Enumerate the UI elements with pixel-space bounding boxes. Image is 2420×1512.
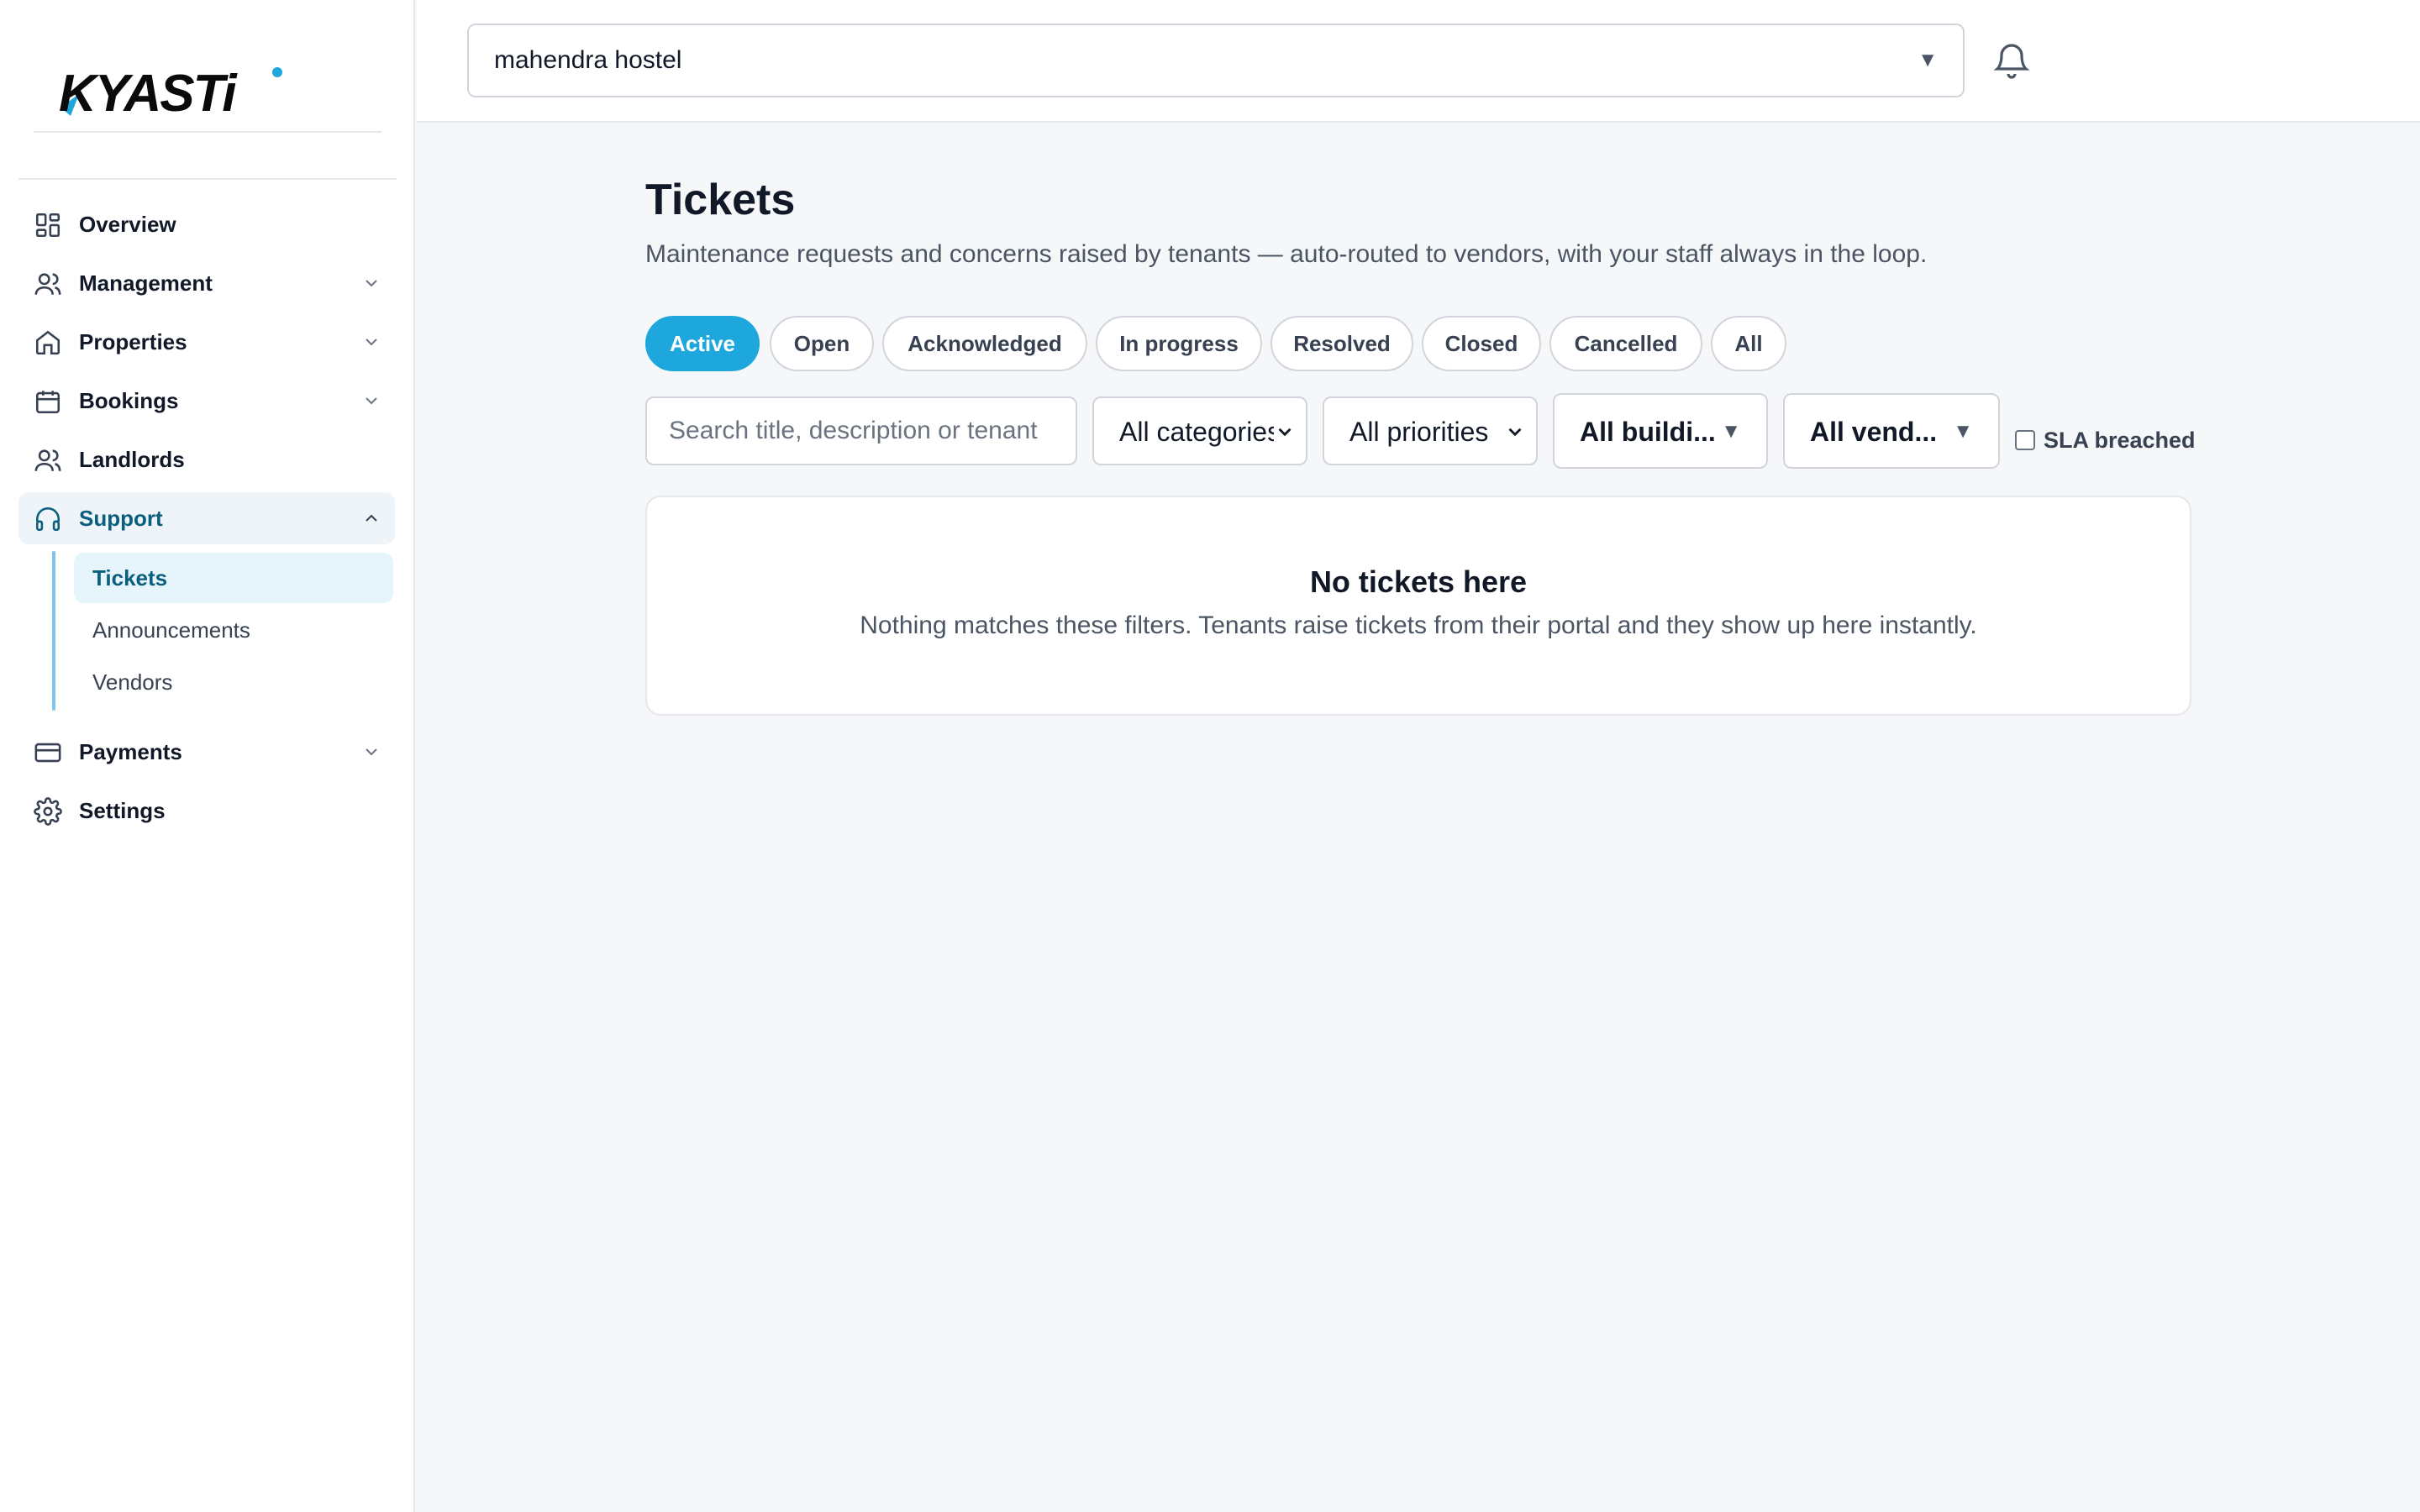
priority-select-value: All priorities bbox=[1349, 417, 1489, 447]
page-subtitle: Maintenance requests and concerns raised… bbox=[645, 240, 1928, 268]
sidebar-item-label: Landlords bbox=[79, 447, 185, 472]
sidebar-item-payments[interactable]: Payments bbox=[18, 726, 395, 778]
chevron-up-icon bbox=[366, 514, 377, 522]
sidebar-item-label: Payments bbox=[79, 739, 182, 764]
bell-icon[interactable] bbox=[1991, 40, 2032, 81]
chevron-down-icon bbox=[366, 397, 377, 405]
property-select-value: mahendra hostel bbox=[494, 46, 682, 74]
tab-all[interactable]: All bbox=[1711, 316, 1786, 371]
sidebar-item-label: Management bbox=[79, 270, 213, 296]
svg-text:KYASTi: KYASTi bbox=[59, 65, 238, 123]
sidebar-item-support[interactable]: Support bbox=[18, 492, 395, 544]
sidebar-item-overview[interactable]: Overview bbox=[18, 198, 395, 250]
chevron-down-icon bbox=[1274, 421, 1296, 443]
empty-state-title: No tickets here bbox=[1309, 564, 1528, 599]
sidebar-item-landlords[interactable]: Landlords bbox=[18, 433, 395, 486]
dropdown-arrow-icon: ▼ bbox=[1918, 49, 1938, 71]
sidebar-item-properties[interactable]: Properties bbox=[18, 316, 395, 368]
dropdown-arrow-icon: ▼ bbox=[1953, 420, 1973, 443]
vendor-select-value: All vend... bbox=[1810, 417, 1938, 447]
app-root: KYASTi Overview Management Properties Bo… bbox=[0, 0, 2420, 1512]
chevron-down-icon bbox=[366, 748, 377, 756]
category-select[interactable]: All categories bbox=[1092, 396, 1307, 465]
sidebar-item-label: Support bbox=[79, 506, 163, 531]
building-select[interactable]: All buildi... ▼ bbox=[1553, 393, 1768, 469]
tab-active[interactable]: Active bbox=[645, 316, 760, 371]
sla-breached-label: SLA breached bbox=[2044, 427, 2196, 453]
sidebar-item-bookings[interactable]: Bookings bbox=[18, 375, 395, 427]
sidebar-subitem-vendors[interactable]: Vendors bbox=[74, 657, 393, 707]
chevron-down-icon bbox=[1504, 421, 1526, 443]
users-icon bbox=[34, 449, 61, 471]
users-icon bbox=[34, 273, 61, 295]
building-select-value: All buildi... bbox=[1580, 417, 1716, 447]
sidebar-item-label: Properties bbox=[79, 329, 187, 354]
sla-breached-filter[interactable]: SLA breached bbox=[2015, 427, 2196, 454]
sidebar-item-label: Settings bbox=[79, 798, 166, 823]
tab-acknowledged[interactable]: Acknowledged bbox=[882, 316, 1087, 371]
sidebar-subitem-label: Announcements bbox=[92, 617, 250, 643]
sla-breached-checkbox[interactable] bbox=[2015, 430, 2035, 450]
tab-in-progress[interactable]: In progress bbox=[1096, 316, 1262, 371]
gear-icon bbox=[34, 797, 62, 826]
vendor-select[interactable]: All vend... ▼ bbox=[1783, 393, 2000, 469]
chevron-down-icon bbox=[366, 280, 377, 287]
sidebar-subitem-label: Vendors bbox=[92, 669, 173, 695]
sidebar-item-label: Overview bbox=[79, 212, 176, 237]
submenu-indicator-line bbox=[52, 551, 55, 711]
empty-state-card: No tickets here Nothing matches these fi… bbox=[645, 496, 2191, 716]
headphones-icon bbox=[35, 507, 60, 532]
brand-logo[interactable]: KYASTi bbox=[55, 60, 291, 124]
home-icon bbox=[35, 330, 60, 355]
credit-card-icon bbox=[34, 743, 61, 763]
sidebar-subitem-tickets[interactable]: Tickets bbox=[74, 553, 393, 603]
dashboard-grid-icon bbox=[35, 213, 60, 238]
logo-container: KYASTi bbox=[34, 45, 381, 133]
search-input[interactable] bbox=[645, 396, 1077, 465]
sidebar-item-label: Bookings bbox=[79, 388, 179, 413]
chevron-down-icon bbox=[366, 339, 377, 346]
tab-closed[interactable]: Closed bbox=[1422, 316, 1541, 371]
category-select-value: All categories bbox=[1119, 417, 1281, 447]
tab-open[interactable]: Open bbox=[770, 316, 874, 371]
sidebar-item-settings[interactable]: Settings bbox=[18, 785, 395, 837]
sidebar: KYASTi Overview Management Properties Bo… bbox=[0, 0, 415, 1512]
sidebar-subitem-label: Tickets bbox=[92, 565, 168, 591]
property-select[interactable]: mahendra hostel ▼ bbox=[467, 24, 1965, 97]
dropdown-arrow-icon: ▼ bbox=[1721, 420, 1741, 443]
top-bar: mahendra hostel ▼ bbox=[417, 0, 2420, 123]
empty-state-description: Nothing matches these filters. Tenants r… bbox=[860, 612, 1977, 639]
sidebar-divider bbox=[18, 178, 397, 180]
page-title: Tickets bbox=[645, 176, 796, 224]
sidebar-subitem-announcements[interactable]: Announcements bbox=[74, 605, 393, 655]
tab-resolved[interactable]: Resolved bbox=[1270, 316, 1413, 371]
priority-select[interactable]: All priorities bbox=[1323, 396, 1538, 465]
calendar-icon bbox=[35, 391, 60, 414]
tab-cancelled[interactable]: Cancelled bbox=[1549, 316, 1702, 371]
sidebar-item-management[interactable]: Management bbox=[18, 257, 395, 309]
